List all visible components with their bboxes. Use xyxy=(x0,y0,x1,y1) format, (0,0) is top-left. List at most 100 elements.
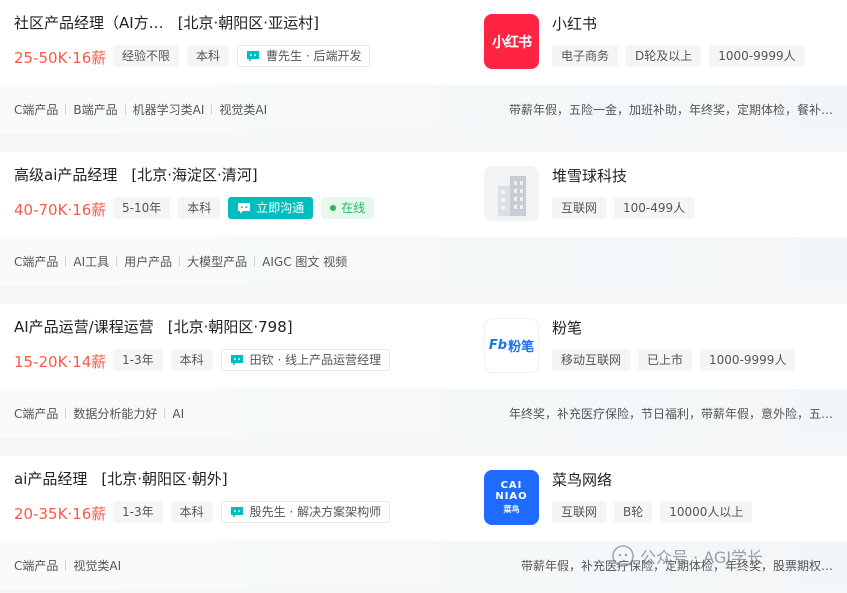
chat-bubble-icon xyxy=(230,507,243,518)
welfare-text: 年终奖，补充医疗保险，节日福利，带薪年假，意外险，五… xyxy=(508,407,833,421)
online-dot-icon xyxy=(330,205,337,211)
company-logo[interactable]: CAI NIAO 菜鸟 xyxy=(484,470,539,525)
skill-tag: C端产品 xyxy=(14,559,59,573)
skill-tag: 用户产品 xyxy=(124,255,173,269)
job-list: 社区产品经理（AI方… [北京·朝阳区·亚运村] 25-50K·16薪 经验不限 … xyxy=(0,0,847,593)
cainiao-logo: CAI NIAO 菜鸟 xyxy=(495,480,527,515)
funding-tag: D轮及以上 xyxy=(626,45,702,67)
skill-tag: B端产品 xyxy=(73,103,118,117)
skill-tag: 机器学习类AI xyxy=(132,103,205,117)
job-title-text[interactable]: ai产品经理 xyxy=(14,470,87,488)
size-tag: 1000-9999人 xyxy=(700,349,796,371)
divider xyxy=(65,104,67,115)
degree-tag: 本科 xyxy=(178,197,221,219)
industry-tag: 移动互联网 xyxy=(552,349,631,371)
size-tag: 100-499人 xyxy=(614,197,695,219)
salary: 20-35K·16薪 xyxy=(14,505,107,523)
company-logo[interactable]: 小红书 xyxy=(484,14,539,69)
chat-now-button[interactable]: 立即沟通 xyxy=(228,197,314,219)
divider xyxy=(179,256,181,267)
degree-tag: 本科 xyxy=(170,349,213,371)
skill-tag: 大模型产品 xyxy=(187,255,248,269)
company-tags: 移动互联网 已上市 1000-9999人 xyxy=(552,349,796,371)
skill-tag: 视觉类AI xyxy=(219,103,268,117)
divider xyxy=(65,560,67,571)
experience-tag: 1-3年 xyxy=(113,501,163,523)
divider xyxy=(116,256,118,267)
divider xyxy=(65,408,67,419)
skill-tag: AI xyxy=(172,406,185,421)
divider xyxy=(164,408,166,419)
job-card[interactable]: 高级ai产品经理 [北京·海淀区·清河] 40-70K·16薪 5-10年 本科 … xyxy=(0,152,847,286)
company-name[interactable]: 粉笔 xyxy=(552,317,582,338)
company-name[interactable]: 菜鸟网络 xyxy=(552,469,612,490)
degree-tag: 本科 xyxy=(170,501,213,523)
industry-tag: 互联网 xyxy=(552,501,607,523)
skill-tag: C端产品 xyxy=(14,103,59,117)
job-location: [北京·朝阳区·朝外] xyxy=(101,470,228,488)
job-location: [北京·海淀区·清河] xyxy=(131,166,258,184)
job-card[interactable]: ai产品经理 [北京·朝阳区·朝外] 20-35K·16薪 1-3年 本科 殷先生… xyxy=(0,456,847,590)
job-requirements: 经验不限 本科 曹先生 · 后端开发 xyxy=(113,45,371,67)
industry-tag: 互联网 xyxy=(552,197,607,219)
job-card-footer: C端产品 AI工具 用户产品 大模型产品 AIGC 图文 视频 xyxy=(0,237,847,286)
company-tags: 互联网 100-499人 xyxy=(552,197,695,219)
wechat-icon xyxy=(612,545,634,567)
degree-tag: 本科 xyxy=(187,45,230,67)
job-title-text[interactable]: 高级ai产品经理 xyxy=(14,166,117,184)
skill-tag: 数据分析能力好 xyxy=(73,407,158,421)
recruiter-name: 殷先生 · 解决方案架构师 xyxy=(249,505,382,519)
skill-tags: C端产品 数据分析能力好 AI xyxy=(14,405,184,422)
divider xyxy=(254,256,256,267)
skill-tag: 视觉类AI xyxy=(73,559,122,573)
job-title[interactable]: AI产品运营/课程运营 [北京·朝阳区·798] xyxy=(14,316,293,337)
cainiao-logo-line2: NIAO xyxy=(495,491,528,502)
skill-tag: C端产品 xyxy=(14,255,59,269)
company-name[interactable]: 堆雪球科技 xyxy=(552,165,627,186)
job-requirements: 5-10年 本科 立即沟通 在线 xyxy=(113,197,375,219)
size-tag: 10000人以上 xyxy=(660,501,753,523)
industry-tag: 电子商务 xyxy=(552,45,619,67)
company-logo[interactable]: Fb 粉笔 xyxy=(484,318,539,373)
job-card-top[interactable]: AI产品运营/课程运营 [北京·朝阳区·798] 15-20K·14薪 1-3年 … xyxy=(0,304,847,389)
job-card-top[interactable]: 社区产品经理（AI方… [北京·朝阳区·亚运村] 25-50K·16薪 经验不限 … xyxy=(0,0,847,85)
cainiao-logo-sub: 菜鸟 xyxy=(503,505,520,514)
chat-bubble-icon xyxy=(230,355,243,366)
job-title[interactable]: 高级ai产品经理 [北京·海淀区·清河] xyxy=(14,164,258,185)
recruiter-name: 曹先生 · 后端开发 xyxy=(266,49,362,63)
recruiter-info[interactable]: 田钦 · 线上产品运营经理 xyxy=(220,349,391,371)
divider xyxy=(211,104,213,115)
job-location: [北京·朝阳区·798] xyxy=(167,318,293,336)
company-logo[interactable] xyxy=(484,166,539,221)
online-label: 在线 xyxy=(341,201,366,215)
funding-tag: B轮 xyxy=(614,501,653,523)
chat-bubble-icon xyxy=(247,51,260,62)
recruiter-info[interactable]: 殷先生 · 解决方案架构师 xyxy=(220,501,391,523)
job-requirements: 1-3年 本科 田钦 · 线上产品运营经理 xyxy=(113,349,391,371)
recruiter-info[interactable]: 曹先生 · 后端开发 xyxy=(237,45,371,67)
fenbi-logo-text: 粉笔 xyxy=(508,340,535,355)
fenbi-logo: Fb 粉笔 xyxy=(489,336,534,355)
skill-tags: C端产品 视觉类AI xyxy=(14,557,121,574)
company-name[interactable]: 小红书 xyxy=(552,13,597,34)
job-card-top[interactable]: 高级ai产品经理 [北京·海淀区·清河] 40-70K·16薪 5-10年 本科 … xyxy=(0,152,847,237)
job-card[interactable]: AI产品运营/课程运营 [北京·朝阳区·798] 15-20K·14薪 1-3年 … xyxy=(0,304,847,438)
skill-tag: C端产品 xyxy=(14,407,59,421)
job-card[interactable]: 社区产品经理（AI方… [北京·朝阳区·亚运村] 25-50K·16薪 经验不限 … xyxy=(0,0,847,134)
company-tags: 互联网 B轮 10000人以上 xyxy=(552,501,753,523)
job-title[interactable]: ai产品经理 [北京·朝阳区·朝外] xyxy=(14,468,228,489)
company-tags: 电子商务 D轮及以上 1000-9999人 xyxy=(552,45,805,67)
salary: 40-70K·16薪 xyxy=(14,201,107,219)
job-location: [北京·朝阳区·亚运村] xyxy=(177,14,319,32)
divider xyxy=(65,256,67,267)
job-title[interactable]: 社区产品经理（AI方… [北京·朝阳区·亚运村] xyxy=(14,12,319,33)
job-card-footer: C端产品 数据分析能力好 AI 年终奖，补充医疗保险，节日福利，带薪年假，意外险… xyxy=(0,389,847,438)
job-title-text[interactable]: AI产品运营/课程运营 xyxy=(14,318,154,336)
fenbi-logo-prefix: Fb xyxy=(488,338,508,353)
watermark-text: 公众号 · AGI学长 xyxy=(640,548,764,567)
job-requirements: 1-3年 本科 殷先生 · 解决方案架构师 xyxy=(113,501,391,523)
job-card-top[interactable]: ai产品经理 [北京·朝阳区·朝外] 20-35K·16薪 1-3年 本科 殷先生… xyxy=(0,456,847,541)
job-title-text[interactable]: 社区产品经理（AI方… xyxy=(14,14,164,32)
experience-tag: 5-10年 xyxy=(113,197,171,219)
welfare-text: 带薪年假，五险一金，加班补助，年终奖，定期体检，餐补… xyxy=(508,103,833,117)
